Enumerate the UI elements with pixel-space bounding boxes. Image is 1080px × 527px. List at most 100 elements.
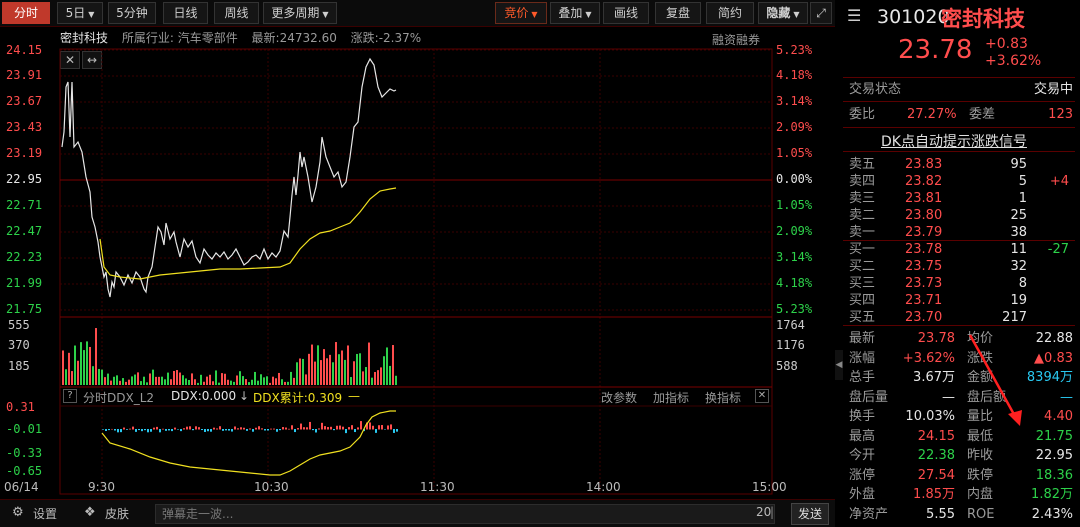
auction-button[interactable]: 竞价 ▼ bbox=[495, 2, 547, 24]
volume-bar bbox=[68, 352, 70, 385]
auction-label: 竞价 bbox=[504, 6, 529, 20]
chevron-down-icon: ▼ bbox=[322, 10, 329, 19]
close-icon[interactable]: ✕ bbox=[755, 389, 769, 403]
send-button[interactable]: 发送 bbox=[791, 503, 829, 525]
volume-bar bbox=[137, 372, 139, 385]
ddx-bar bbox=[372, 425, 374, 430]
ask-row[interactable]: 卖一 23.79 38 bbox=[843, 224, 1075, 241]
ddx-bar bbox=[282, 427, 284, 430]
bid-row[interactable]: 买一 23.78 11 -27 bbox=[843, 241, 1075, 258]
volume-bar bbox=[224, 373, 226, 385]
settings-button[interactable]: 设置 bbox=[33, 505, 57, 522]
volume-bar bbox=[152, 369, 154, 385]
ddx-bar bbox=[114, 429, 116, 431]
ddx-bar bbox=[345, 429, 347, 434]
stats-row: 涨停 27.54 跌停 18.36 bbox=[843, 467, 1075, 484]
dk-signal-link[interactable]: DK点自动提示涨跌信号 bbox=[881, 131, 1027, 151]
hide-button[interactable]: 隐藏 ▼ bbox=[758, 2, 808, 24]
volume-bar bbox=[260, 374, 262, 385]
ddx-bar bbox=[165, 429, 167, 431]
volume-bar bbox=[221, 373, 223, 385]
volume-bar bbox=[335, 342, 337, 385]
tab-intraday[interactable]: 分时 bbox=[2, 2, 50, 24]
ask-row[interactable]: 卖四 23.82 5 +4 bbox=[843, 173, 1075, 190]
divider bbox=[843, 77, 1075, 78]
ask-row[interactable]: 卖五 23.83 95 bbox=[843, 156, 1075, 173]
volume-bar bbox=[98, 368, 100, 385]
collapse-panel-icon[interactable]: ◀ bbox=[835, 350, 843, 380]
tab-more-periods[interactable]: 更多周期 ▼ bbox=[263, 2, 337, 24]
order-volume: 38 bbox=[1010, 225, 1027, 240]
draw-line-button[interactable]: 画线 bbox=[603, 2, 649, 24]
tab-5day[interactable]: 5日 ▼ bbox=[57, 2, 103, 24]
ddx-bar bbox=[216, 428, 218, 430]
bid-row[interactable]: 买五 23.70 217 bbox=[843, 309, 1075, 326]
add-indicator-button[interactable]: 加指标 bbox=[653, 389, 689, 406]
simple-button[interactable]: 简约 bbox=[706, 2, 754, 24]
stats-row: 换手 10.03% 量比 4.40 bbox=[843, 408, 1075, 425]
ddx-bar bbox=[312, 429, 314, 431]
ddx-bar bbox=[108, 429, 110, 431]
bid-row[interactable]: 买二 23.75 32 bbox=[843, 258, 1075, 275]
ddx-bar bbox=[150, 429, 152, 432]
ddx-bar bbox=[396, 429, 398, 432]
volume-bar bbox=[131, 376, 133, 385]
volume-bar bbox=[143, 376, 145, 385]
order-price: 23.81 bbox=[905, 191, 943, 206]
stat-value: 22.38 bbox=[917, 448, 955, 463]
volume-bar bbox=[146, 382, 148, 385]
danmu-input[interactable] bbox=[155, 504, 775, 524]
ddx-bar bbox=[195, 426, 197, 430]
tab-daily[interactable]: 日线 bbox=[163, 2, 208, 24]
weibi-value: 27.27% bbox=[907, 107, 957, 122]
replay-button[interactable]: 复盘 bbox=[655, 2, 701, 24]
order-volume: 217 bbox=[1002, 310, 1027, 325]
help-icon[interactable]: ? bbox=[63, 389, 77, 403]
ddx-indicator-name[interactable]: 分时DDX_L2 bbox=[83, 389, 154, 406]
ddx-bar bbox=[159, 429, 161, 433]
ddx-header: ? 分时DDX_L2 DDX:0.000 ↓ DDX累计:0.309 — 改参数… bbox=[63, 389, 773, 407]
volume-bar bbox=[191, 373, 193, 385]
ddx-bar bbox=[213, 427, 215, 430]
tab-5min[interactable]: 5分钟 bbox=[108, 2, 156, 24]
overlay-button[interactable]: 叠加 ▼ bbox=[550, 2, 600, 24]
bid-row[interactable]: 买四 23.71 19 bbox=[843, 292, 1075, 309]
ddx-bar bbox=[168, 429, 170, 431]
skin-icon[interactable]: ❖ bbox=[84, 505, 96, 520]
tab-weekly[interactable]: 周线 bbox=[214, 2, 259, 24]
ddx-bar bbox=[153, 427, 155, 430]
fullscreen-icon[interactable]: ⤢ bbox=[810, 2, 832, 24]
stat-label: ROE bbox=[967, 506, 995, 522]
stat-value: 1.82万 bbox=[1031, 487, 1073, 502]
swap-indicator-button[interactable]: 换指标 bbox=[705, 389, 741, 406]
stock-name-title: 密封科技 bbox=[941, 7, 1025, 31]
ddx-bar bbox=[129, 428, 131, 430]
volume-bar bbox=[173, 370, 175, 385]
volume-bar bbox=[341, 350, 343, 385]
bid-row[interactable]: 买三 23.73 8 bbox=[843, 275, 1075, 292]
price-line bbox=[61, 57, 397, 298]
ddx-bar bbox=[234, 426, 236, 430]
ddx-bar bbox=[249, 428, 251, 430]
settings-icon[interactable]: ⚙ bbox=[12, 505, 24, 520]
menu-icon[interactable]: ☰ bbox=[847, 6, 861, 25]
intraday-chart[interactable] bbox=[0, 27, 835, 499]
ddx-bar bbox=[204, 429, 206, 432]
stock-code: 301020 bbox=[877, 6, 950, 28]
plot-frame bbox=[59, 48, 773, 495]
modify-params-button[interactable]: 改参数 bbox=[601, 389, 637, 406]
ddx-bar bbox=[258, 426, 260, 430]
weibi-row: 委比 27.27% 委差 123 bbox=[843, 106, 1075, 123]
ask-row[interactable]: 卖二 23.80 25 bbox=[843, 207, 1075, 224]
ddx-bar bbox=[228, 429, 230, 431]
volume-bar bbox=[305, 374, 307, 385]
volume-bar bbox=[101, 369, 103, 385]
ask-row[interactable]: 卖三 23.81 1 bbox=[843, 190, 1075, 207]
skin-button[interactable]: 皮肤 bbox=[105, 505, 129, 522]
stat-value: 23.78 bbox=[917, 331, 955, 346]
volume-bar bbox=[296, 362, 298, 385]
ddx-bar bbox=[201, 429, 203, 431]
ddx-cum-line-icon: — bbox=[348, 389, 360, 403]
stats-row: 涨幅 +3.62% 涨跌 ▲0.83 bbox=[843, 350, 1075, 367]
volume-bar bbox=[176, 370, 178, 385]
